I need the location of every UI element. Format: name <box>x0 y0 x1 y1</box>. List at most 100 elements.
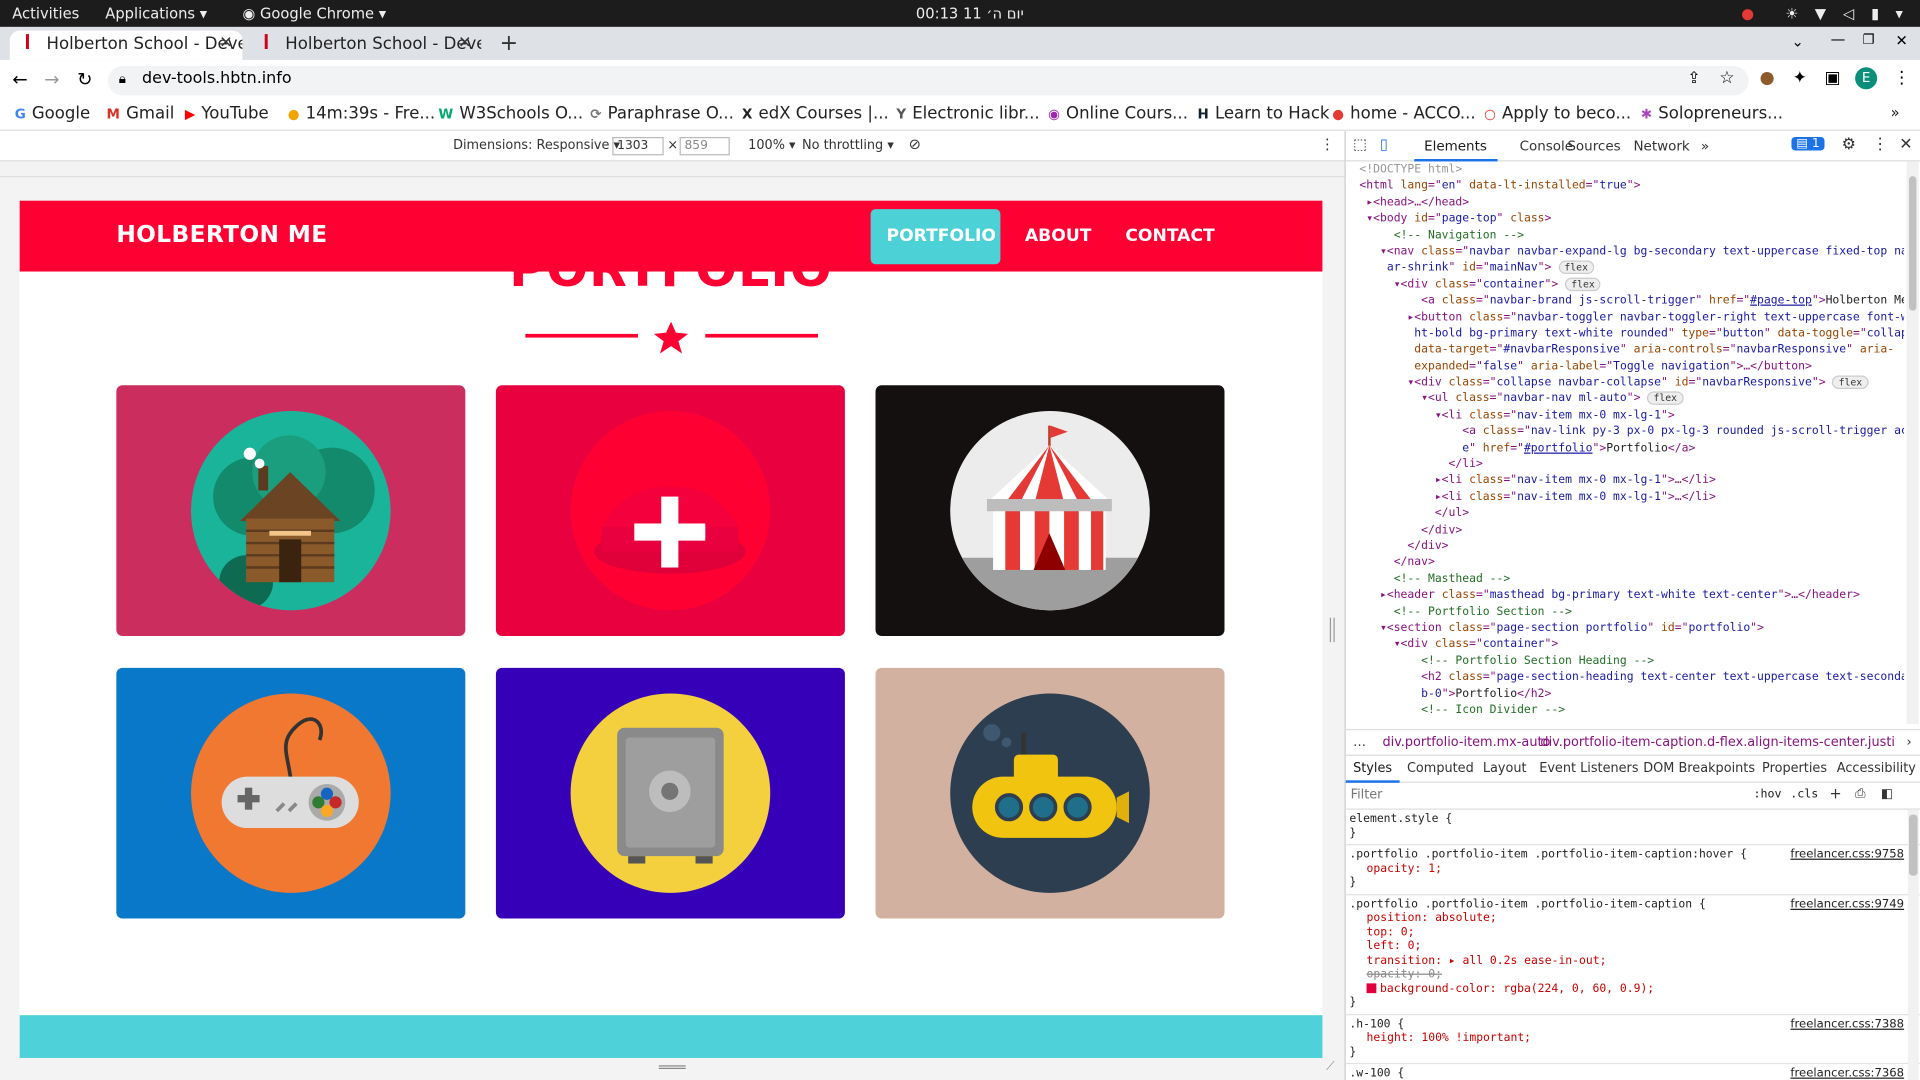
cls-toggle[interactable]: .cls <box>1790 788 1818 801</box>
activities-button[interactable]: Activities <box>12 5 79 22</box>
style-declaration[interactable]: position: absolute; <box>1349 911 1916 925</box>
issues-badge[interactable]: ▤ 1 <box>1791 136 1825 151</box>
battery-icon[interactable]: ▮ <box>1871 5 1879 22</box>
brightness-icon[interactable]: ☀ <box>1785 5 1798 22</box>
nav-link-contact[interactable]: CONTACT <box>1125 226 1214 246</box>
more-tabs-icon[interactable]: » <box>1701 138 1709 154</box>
clock[interactable]: יום ה׳ 11 00:13 <box>916 5 1024 22</box>
subtab-dom-breakpoints[interactable]: DOM Breakpoints <box>1643 761 1755 776</box>
forward-icon[interactable]: → <box>44 68 59 90</box>
device-toolbar-menu-icon[interactable]: ⋮ <box>1320 136 1335 153</box>
nav-link-portfolio[interactable]: PORTFOLIO <box>887 226 996 246</box>
style-declaration[interactable]: background-color: rgba(224, 0, 60, 0.9); <box>1349 982 1916 996</box>
rule-h-100[interactable]: .h-100 { freelancer.css:7388 height: 100… <box>1345 1015 1920 1065</box>
dimensions-select[interactable]: Dimensions: Responsive ▾ <box>453 138 620 153</box>
portfolio-item-circus[interactable] <box>875 385 1225 637</box>
tab-sources[interactable]: Sources <box>1567 138 1620 154</box>
dom-tree[interactable]: <!DOCTYPE html> <html lang="en" data-lt-… <box>1346 161 1904 724</box>
bookmark-freecodecamp[interactable]: ● 14m:39s - Fre... <box>288 104 435 124</box>
rule-caption-hover[interactable]: .portfolio .portfolio-item .portfolio-it… <box>1345 845 1920 895</box>
bookmark-solopreneurs[interactable]: ✱ Solopreneurs... <box>1641 104 1783 124</box>
chrome-status-icon[interactable]: ● <box>1741 5 1754 22</box>
subtab-properties[interactable]: Properties <box>1762 761 1827 776</box>
share-icon[interactable]: ⇪ <box>1687 70 1700 88</box>
viewport-height-input[interactable]: 859 <box>679 136 730 156</box>
rule-source-link[interactable]: freelancer.css:7368 <box>1790 1067 1904 1080</box>
portfolio-item-safe[interactable] <box>495 667 845 919</box>
color-swatch[interactable] <box>1366 982 1377 993</box>
viewport-width-input[interactable]: 1303 <box>612 136 664 156</box>
subtab-accessibility[interactable]: Accessibility <box>1837 761 1916 776</box>
computed-styles-toggle-icon[interactable]: ⎙ <box>1855 786 1865 802</box>
rule-source-link[interactable]: freelancer.css:9749 <box>1790 897 1904 911</box>
tab-search-icon[interactable]: ⌄ <box>1791 33 1803 50</box>
portfolio-item-submarine[interactable] <box>875 667 1225 919</box>
resize-handle-bottom[interactable] <box>658 1065 686 1069</box>
applications-menu[interactable]: Applications ▾ <box>105 5 207 22</box>
wifi-icon[interactable]: ▼ <box>1815 5 1826 22</box>
cookie-extension-icon[interactable]: ● <box>1760 68 1775 88</box>
dom-scrollbar[interactable] <box>1906 161 1919 725</box>
devtools-menu-icon[interactable]: ⋮ <box>1872 136 1888 154</box>
system-menu-icon[interactable]: ▾ <box>1896 5 1903 22</box>
style-declaration[interactable]: height: 100% !important; <box>1349 1031 1916 1045</box>
lock-icon[interactable]: 🔒︎ <box>119 71 126 88</box>
breadcrumb-more-icon[interactable]: … <box>1353 735 1366 750</box>
bookmark-apply[interactable]: ○ Apply to beco... <box>1484 104 1631 124</box>
browser-tab-1[interactable]: ꟾ Holberton School - Deve ✕ <box>9 30 243 60</box>
bookmark-paraphrase[interactable]: ⟳ Paraphrase O... <box>590 104 734 124</box>
sidebar-toggle-icon[interactable]: ◧ <box>1881 786 1893 801</box>
styles-filter-input[interactable]: Filter <box>1351 788 1383 803</box>
style-declaration[interactable]: opacity: 1; <box>1349 862 1916 876</box>
resize-handle-right[interactable] <box>1329 617 1335 643</box>
new-style-rule-icon[interactable]: + <box>1829 785 1841 802</box>
bookmark-online-courses[interactable]: ◉ Online Cours... <box>1048 104 1188 124</box>
extensions-icon[interactable]: ✦ <box>1793 68 1807 88</box>
settings-icon[interactable]: ⚙ <box>1842 136 1856 154</box>
subtab-computed[interactable]: Computed <box>1407 761 1474 776</box>
rule-caption[interactable]: .portfolio .portfolio-item .portfolio-it… <box>1345 895 1920 1015</box>
tab-console[interactable]: Console <box>1520 138 1573 154</box>
subtab-layout[interactable]: Layout <box>1483 761 1527 776</box>
rule-source-link[interactable]: freelancer.css:7388 <box>1790 1017 1904 1031</box>
throttling-select[interactable]: No throttling ▾ <box>802 138 894 153</box>
new-tab-icon[interactable]: + <box>500 31 518 57</box>
styles-scrollbar[interactable] <box>1907 809 1919 1080</box>
style-declaration[interactable]: left: 0; <box>1349 939 1916 953</box>
zoom-select[interactable]: 100% ▾ <box>748 138 795 153</box>
side-panel-icon[interactable]: ▣ <box>1825 68 1841 88</box>
browser-tab-2[interactable]: ꟾ Holberton School - Deve ✕ <box>249 31 481 60</box>
restore-icon[interactable]: ❐ <box>1862 32 1874 48</box>
rule-element-style[interactable]: element.style { } <box>1345 810 1920 846</box>
style-declaration-overridden[interactable]: opacity: 0; <box>1349 967 1916 981</box>
close-devtools-icon[interactable]: ✕ <box>1899 136 1912 154</box>
media-query-ruler[interactable] <box>0 161 1345 178</box>
rule-source-link[interactable]: freelancer.css:9758 <box>1790 848 1904 862</box>
site-brand[interactable]: HOLBERTON ME <box>116 221 327 248</box>
bookmark-google[interactable]: G Google <box>15 104 90 124</box>
style-declaration[interactable]: top: 0; <box>1349 925 1916 939</box>
portfolio-item-cake[interactable] <box>495 385 845 637</box>
bookmark-electronic-library[interactable]: Y Electronic libr... <box>896 104 1039 124</box>
breadcrumb-portfolio-item[interactable]: div.portfolio-item.mx-auto <box>1382 735 1550 750</box>
tab-elements[interactable]: Elements <box>1424 138 1487 154</box>
styles-pane[interactable]: element.style { } .portfolio .portfolio-… <box>1345 810 1920 1080</box>
chrome-menu-icon[interactable]: ⋮ <box>1893 68 1910 88</box>
inspect-element-icon[interactable]: ⬚ <box>1353 136 1367 153</box>
hov-toggle[interactable]: :hov <box>1753 788 1781 801</box>
bookmark-w3schools[interactable]: W W3Schools O... <box>438 104 583 124</box>
subtab-styles[interactable]: Styles <box>1353 761 1392 776</box>
minimize-icon[interactable]: — <box>1831 31 1846 48</box>
bookmark-youtube[interactable]: ▶ YouTube <box>185 104 269 124</box>
bookmark-home-acco[interactable]: ● home - ACCO... <box>1332 104 1475 124</box>
more-bookmarks-icon[interactable]: » <box>1891 104 1900 121</box>
url-text[interactable]: dev-tools.hbtn.info <box>142 70 292 88</box>
rule-w-100[interactable]: .w-100 { freelancer.css:7368 <box>1346 1064 1920 1080</box>
resize-handle-corner[interactable]: ⟋ <box>1326 1060 1335 1073</box>
bookmark-edx[interactable]: XedX Courses |... <box>742 104 889 124</box>
portfolio-item-controller[interactable] <box>116 667 466 919</box>
reload-icon[interactable]: ↻ <box>77 68 92 90</box>
close-tab-icon[interactable]: ✕ <box>219 34 232 52</box>
back-icon[interactable]: ← <box>12 68 27 90</box>
bookmark-star-icon[interactable]: ☆ <box>1719 68 1734 88</box>
